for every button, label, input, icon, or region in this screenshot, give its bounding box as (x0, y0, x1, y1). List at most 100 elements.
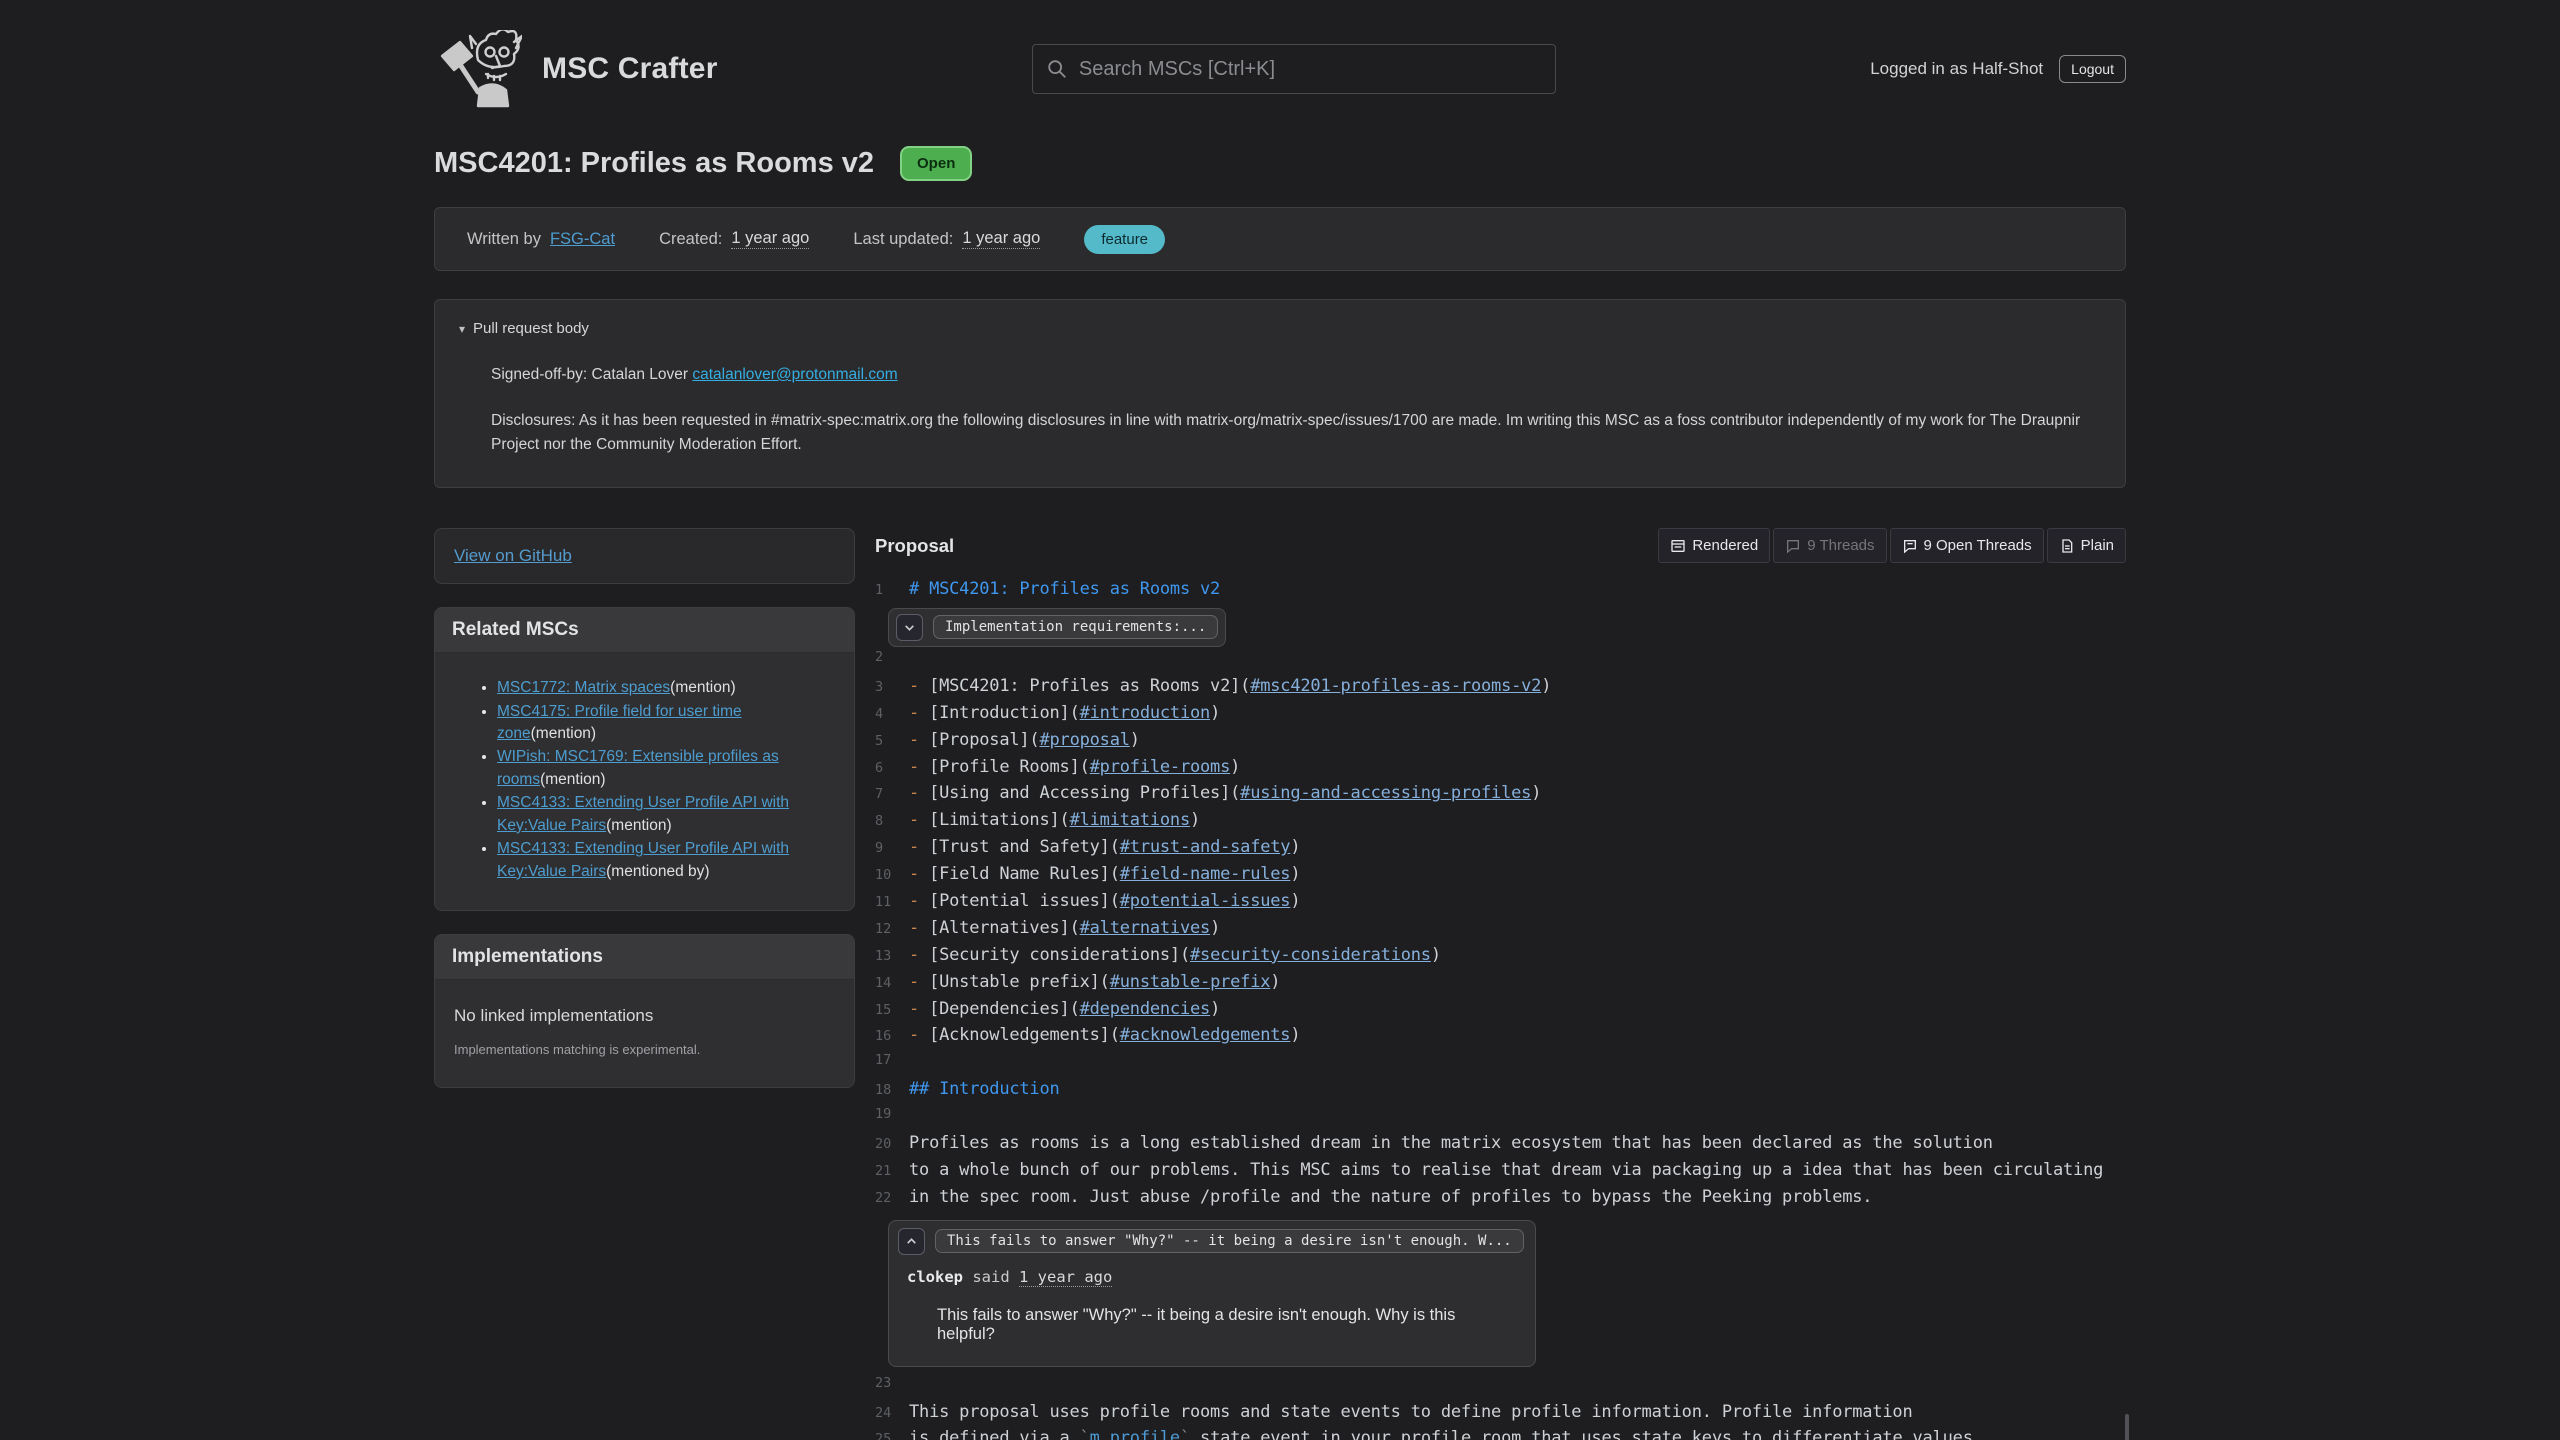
goblin-hammer-logo-icon (434, 30, 522, 108)
line-content: to a whole bunch of our problems. This M… (909, 1160, 2103, 1180)
code-line: 25is defined via a `m.profile` state eve… (875, 1428, 2126, 1440)
line-content: - [Proposal](#proposal) (909, 730, 1140, 750)
code-anchor-link[interactable]: #trust-and-safety (1120, 837, 1291, 857)
code-line: 24This proposal uses profile rooms and s… (875, 1402, 2126, 1429)
written-by: Written by FSG-Cat (467, 230, 615, 249)
view-button-plain[interactable]: Plain (2047, 528, 2126, 563)
logout-button[interactable]: Logout (2059, 55, 2126, 83)
thread-body: clokep said 1 year ago This fails to ans… (889, 1262, 1535, 1366)
page-container: MSC Crafter Logged in as Half-Shot Logou… (434, 0, 2126, 1440)
line-content: - [Limitations](#limitations) (909, 810, 1200, 830)
proposal-header: Proposal Rendered9 Threads 9 Open Threads… (875, 528, 2126, 563)
related-msc-relation: (mentioned by) (606, 863, 709, 880)
threads-icon (1785, 538, 1801, 554)
code-line: 17 (875, 1052, 2126, 1079)
related-msc-item: MSC4133: Extending User Profile API with… (497, 792, 840, 837)
code-anchor-link[interactable]: #acknowledgements (1120, 1025, 1291, 1045)
code-line: 3- [MSC4201: Profiles as Rooms v2](#msc4… (875, 676, 2126, 703)
view-button-rendered[interactable]: Rendered (1658, 528, 1770, 563)
signoff-email-link[interactable]: catalanlover@protonmail.com (692, 366, 897, 383)
disclosure-triangle-icon: ▾ (459, 322, 465, 336)
proposal-title: Proposal (875, 535, 954, 557)
code-anchor-link[interactable]: #msc4201-profiles-as-rooms-v2 (1250, 676, 1541, 696)
github-link-box: View on GitHub (434, 528, 855, 584)
line-content: Profiles as rooms is a long established … (909, 1133, 1993, 1153)
related-msc-item: MSC1772: Matrix spaces(mention) (497, 677, 840, 699)
page-title: MSC4201: Profiles as Rooms v2 (434, 147, 874, 180)
comment-said-label: said (972, 1268, 1009, 1286)
code-anchor-link[interactable]: #security-considerations (1190, 945, 1431, 965)
code-line: 22in the spec room. Just abuse /profile … (875, 1187, 2126, 1214)
updated-label: Last updated: (853, 230, 953, 249)
line-number: 12 (875, 921, 909, 937)
line-number: 10 (875, 867, 909, 883)
line-number: 11 (875, 894, 909, 910)
view-button-9-threads[interactable]: 9 Threads (1773, 528, 1886, 563)
code-anchor-link[interactable]: #limitations (1070, 810, 1190, 830)
code-line: 14- [Unstable prefix](#unstable-prefix) (875, 972, 2126, 999)
line-number: 18 (875, 1082, 909, 1098)
open-threads-icon (1902, 538, 1918, 554)
line-number: 13 (875, 948, 909, 964)
code-anchor-link[interactable]: #field-name-rules (1120, 864, 1291, 884)
pr-body-toggle[interactable]: ▾ Pull request body (459, 320, 2101, 337)
code-anchor-link[interactable]: #introduction (1080, 703, 1210, 723)
line-number: 17 (875, 1052, 909, 1068)
code-anchor-link[interactable]: #dependencies (1080, 999, 1210, 1019)
pr-body-content: Signed-off-by: Catalan Lover catalanlove… (491, 363, 2101, 457)
login-status: Logged in as Half-Shot (1870, 59, 2043, 79)
feature-tag-badge: feature (1084, 225, 1165, 254)
code-line: 4- [Introduction](#introduction) (875, 703, 2126, 730)
line-content: - [Alternatives](#alternatives) (909, 918, 1220, 938)
comment-author: clokep (907, 1268, 963, 1286)
line-number: 6 (875, 760, 909, 776)
line-number: 7 (875, 786, 909, 802)
line-number: 2 (875, 649, 909, 665)
created-value: 1 year ago (731, 229, 809, 249)
thread-preview-pill[interactable]: This fails to answer "Why?" -- it being … (935, 1229, 1524, 1253)
code-scrollbar[interactable] (2125, 1414, 2129, 1440)
line-number: 1 (875, 582, 909, 598)
search (1032, 44, 1556, 94)
view-button-label: 9 Open Threads (1924, 537, 2032, 554)
last-updated: Last updated: 1 year ago (853, 229, 1040, 249)
line-number: 23 (875, 1375, 909, 1391)
related-mscs-list: MSC1772: Matrix spaces(mention)MSC4175: … (459, 677, 840, 883)
pull-request-body-panel: ▾ Pull request body Signed-off-by: Catal… (434, 299, 2126, 488)
code-anchor-link[interactable]: #unstable-prefix (1110, 972, 1271, 992)
view-on-github-link[interactable]: View on GitHub (454, 546, 572, 565)
view-button-9-open-threads[interactable]: 9 Open Threads (1890, 528, 2044, 563)
thread-preview-pill[interactable]: Implementation requirements:... (933, 615, 1218, 639)
created: Created: 1 year ago (659, 229, 809, 249)
line-number: 24 (875, 1405, 909, 1421)
line-content: # MSC4201: Profiles as Rooms v2 (909, 579, 1220, 599)
search-input[interactable] (1032, 44, 1556, 94)
related-msc-item: MSC4133: Extending User Profile API with… (497, 838, 840, 883)
code-line: 8- [Limitations](#limitations) (875, 810, 2126, 837)
code-anchor-link[interactable]: #alternatives (1080, 918, 1210, 938)
proposal-source: 1# MSC4201: Profiles as Rooms v2 Impleme… (875, 579, 2126, 1440)
line-number: 9 (875, 840, 909, 856)
related-msc-link[interactable]: MSC1772: Matrix spaces (497, 679, 670, 696)
app-title: MSC Crafter (542, 52, 718, 86)
related-msc-relation: (mention) (540, 771, 605, 788)
expand-thread-button[interactable] (896, 614, 923, 641)
collapse-thread-button[interactable] (898, 1228, 925, 1255)
related-msc-relation: (mention) (531, 725, 596, 742)
rendered-icon (1670, 538, 1686, 554)
main-layout: View on GitHub Related MSCs MSC1772: Mat… (434, 528, 2126, 1440)
code-anchor-link[interactable]: #potential-issues (1120, 891, 1291, 911)
line-number: 21 (875, 1163, 909, 1179)
line-number: 3 (875, 679, 909, 695)
code-line: 2 (875, 649, 2126, 676)
line-number: 19 (875, 1106, 909, 1122)
comment-text: This fails to answer "Why?" -- it being … (937, 1306, 1517, 1344)
code-anchor-link[interactable]: #profile-rooms (1090, 757, 1231, 777)
signed-off-text: Signed-off-by: Catalan Lover (491, 366, 692, 383)
code-anchor-link[interactable]: #proposal (1039, 730, 1129, 750)
sidebar: View on GitHub Related MSCs MSC1772: Mat… (434, 528, 855, 1088)
disclosures-text: Disclosures: As it has been requested in… (491, 409, 2081, 457)
line-content: - [Acknowledgements](#acknowledgements) (909, 1025, 1300, 1045)
author-link[interactable]: FSG-Cat (550, 230, 615, 249)
code-anchor-link[interactable]: #using-and-accessing-profiles (1240, 783, 1531, 803)
